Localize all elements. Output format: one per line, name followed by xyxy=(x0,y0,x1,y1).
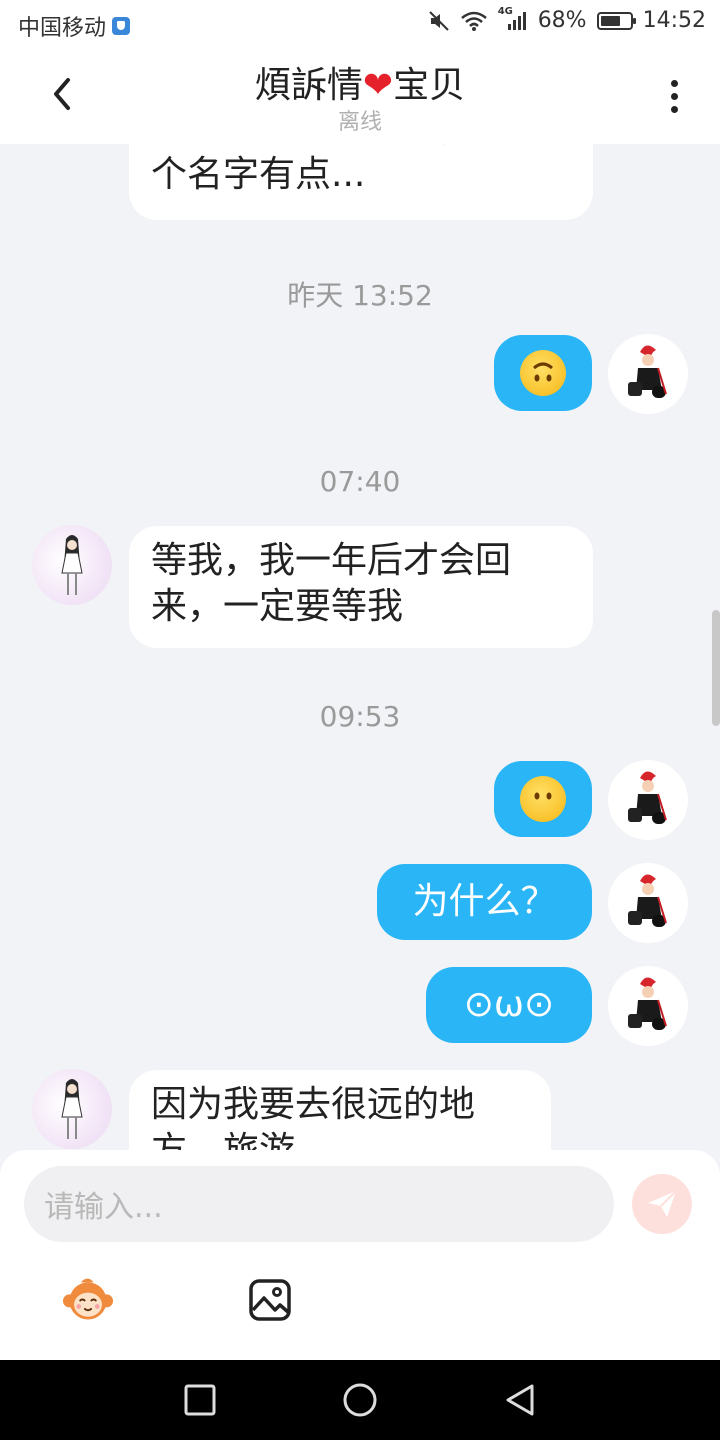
online-status: 离线 xyxy=(337,110,382,135)
more-button[interactable] xyxy=(654,74,694,118)
avatar-image xyxy=(628,771,667,824)
monkey-sticker-icon xyxy=(62,1278,114,1320)
timestamp: 09:53 xyxy=(319,700,401,733)
input-panel: 请输入... xyxy=(0,1150,720,1360)
shield-icon xyxy=(112,17,131,35)
wifi-icon xyxy=(460,11,487,31)
message-text: 因为我要去很远的地 xyxy=(151,1084,476,1125)
avatar-image xyxy=(628,977,667,1030)
upside-down-face-emoji xyxy=(520,350,566,396)
chat-area[interactable]: 还有你现在几岁了，这 个名字有点... 昨天 13:52 07:40 xyxy=(0,144,720,1154)
scrollbar[interactable] xyxy=(712,610,720,726)
contact-name: 煩訴情❤宝贝 xyxy=(0,56,720,108)
send-icon xyxy=(648,1190,677,1217)
avatar-image xyxy=(61,1079,83,1139)
message-text: 等我，我一年后才会回 xyxy=(151,540,512,581)
back-triangle-icon xyxy=(506,1384,534,1416)
message-outgoing[interactable]: 为什么？ xyxy=(377,864,592,940)
message-outgoing[interactable]: ⊙ω⊙ xyxy=(426,967,592,1043)
image-button[interactable] xyxy=(244,1274,296,1326)
my-avatar[interactable] xyxy=(608,966,688,1046)
clock: 14:52 xyxy=(642,8,706,33)
system-nav-bar xyxy=(0,1360,720,1440)
battery-percent: 68% xyxy=(537,8,587,33)
message-text: 个名字有点... xyxy=(151,154,366,195)
chat-header: 煩訴情❤宝贝 离线 xyxy=(0,50,720,144)
signal-icon: 4G xyxy=(498,6,528,32)
message-input[interactable]: 请输入... xyxy=(24,1166,614,1242)
input-placeholder: 请输入... xyxy=(44,1190,163,1225)
message-text: 还有你现在几岁了，这 xyxy=(151,144,571,152)
nav-back-button[interactable] xyxy=(502,1382,538,1418)
mute-icon xyxy=(428,10,449,31)
battery-icon xyxy=(596,11,636,30)
status-right: 4G 68% 14:52 xyxy=(428,6,706,33)
carrier-group: 中国移动 xyxy=(18,10,131,42)
contact-name-right: 宝贝 xyxy=(393,65,466,106)
message-outgoing[interactable] xyxy=(494,761,592,837)
my-avatar[interactable] xyxy=(608,863,688,943)
message-incoming[interactable]: 等我，我一年后才会回 来，一定要等我 xyxy=(129,526,593,648)
carrier-name: 中国移动 xyxy=(18,16,107,41)
message-incoming[interactable]: 因为我要去很远的地 方，旅游 xyxy=(129,1070,551,1154)
avatar-image xyxy=(628,874,667,927)
contact-name-left: 煩訴情 xyxy=(254,65,363,106)
message-text: 来，一定要等我 xyxy=(151,586,404,627)
recents-button[interactable] xyxy=(182,1382,218,1418)
sticker-button[interactable] xyxy=(62,1274,114,1326)
more-vertical-icon xyxy=(670,79,678,87)
message-incoming[interactable]: 还有你现在几岁了，这 个名字有点... xyxy=(129,144,593,220)
recents-square-icon xyxy=(184,1384,216,1416)
contact-avatar[interactable] xyxy=(32,525,112,605)
avatar-image xyxy=(61,535,83,595)
message-text: ⊙ω⊙ xyxy=(463,984,555,1025)
status-bar: 中国移动 4G 68% 14:52 xyxy=(0,0,720,50)
home-button[interactable] xyxy=(342,1382,378,1418)
timestamp: 07:40 xyxy=(319,465,401,498)
send-button[interactable] xyxy=(632,1174,692,1234)
my-avatar[interactable] xyxy=(608,760,688,840)
heart-icon: ❤ xyxy=(362,65,394,106)
contact-avatar[interactable] xyxy=(32,1069,112,1149)
image-icon xyxy=(249,1279,291,1321)
avatar-image xyxy=(628,345,667,398)
home-circle-icon xyxy=(343,1383,377,1417)
message-text: 为什么？ xyxy=(412,881,557,922)
no-mouth-face-emoji xyxy=(520,776,566,822)
my-avatar[interactable] xyxy=(608,334,688,414)
message-outgoing[interactable] xyxy=(494,335,592,411)
timestamp: 昨天 13:52 xyxy=(287,279,433,312)
